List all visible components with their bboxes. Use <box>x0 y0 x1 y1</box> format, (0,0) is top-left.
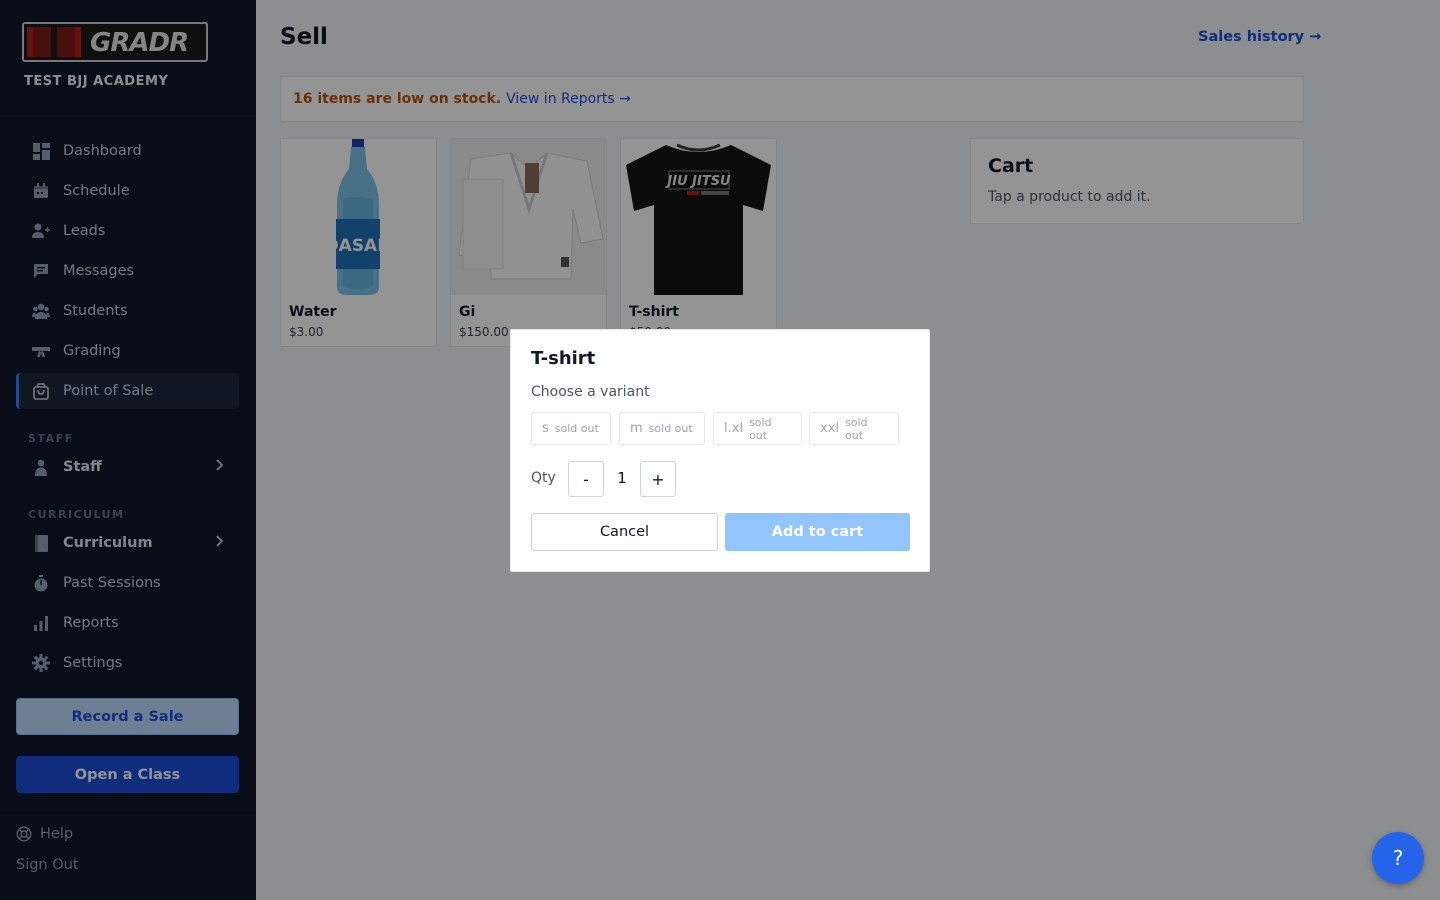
qty-value: 1 <box>617 469 627 487</box>
variant-name: l.xl <box>724 421 744 436</box>
help-fab-button[interactable]: ? <box>1372 832 1424 884</box>
variant-name: xxl <box>820 421 839 436</box>
variant-modal: T-shirt Choose a variant s sold out m so… <box>510 329 930 572</box>
variant-option-lxl[interactable]: l.xl sold out <box>713 412 802 445</box>
variant-status: sold out <box>845 415 868 442</box>
variant-status: sold out <box>554 422 599 435</box>
modal-subtitle: Choose a variant <box>531 384 650 400</box>
add-to-cart-button[interactable]: Add to cart <box>725 513 910 551</box>
qty-label: Qty <box>531 470 556 486</box>
qty-increment-button[interactable]: + <box>640 461 676 497</box>
variant-name: m <box>630 421 643 436</box>
variant-option-s[interactable]: s sold out <box>531 412 611 445</box>
modal-title: T-shirt <box>531 348 596 369</box>
cancel-button[interactable]: Cancel <box>531 513 718 551</box>
variant-option-xxl[interactable]: xxl sold out <box>809 412 899 445</box>
variant-option-m[interactable]: m sold out <box>619 412 705 445</box>
variant-name: s <box>542 421 549 436</box>
qty-decrement-button[interactable]: - <box>568 461 604 497</box>
variant-status: sold out <box>648 422 693 435</box>
variant-status: sold out <box>749 415 772 442</box>
